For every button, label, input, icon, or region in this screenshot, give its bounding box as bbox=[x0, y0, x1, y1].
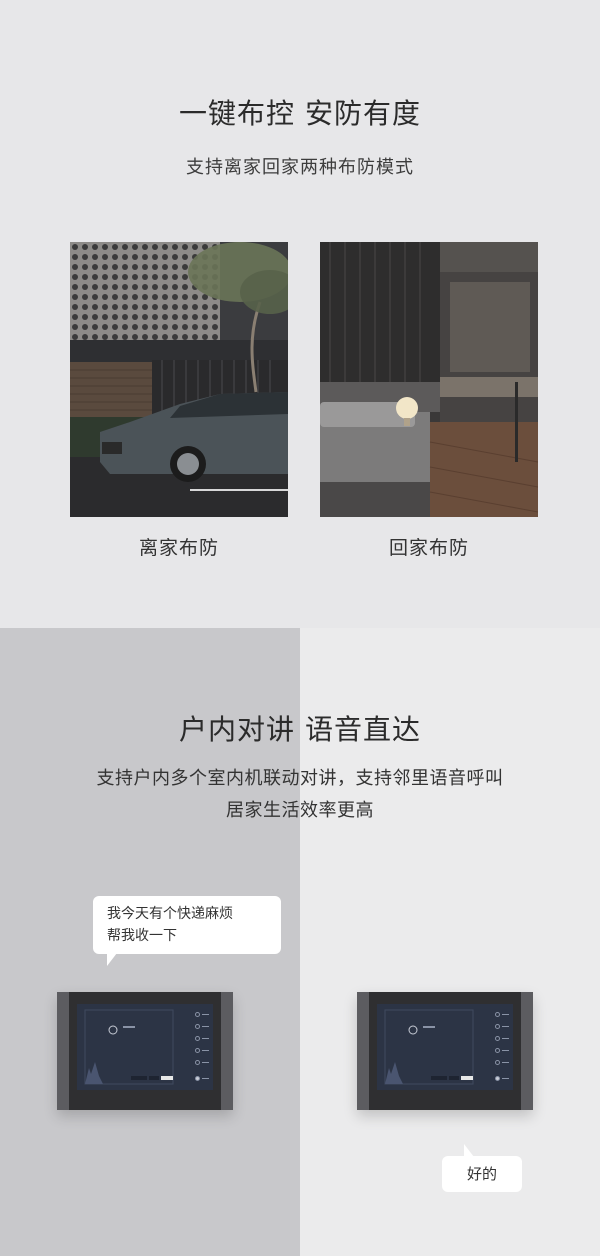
indoor-unit-right bbox=[357, 992, 533, 1112]
arming-title: 一键布控 安防有度 bbox=[179, 97, 421, 130]
away-mode-caption: 离家布防 bbox=[138, 537, 219, 559]
device-side-right bbox=[221, 992, 233, 1110]
device-menu bbox=[493, 1004, 511, 1090]
bubble-tail bbox=[464, 1144, 474, 1157]
intercom-desc-line1: 支持户内多个室内机联动对讲，支持邻里语音呼叫 bbox=[96, 768, 504, 789]
device-side-right bbox=[521, 992, 533, 1110]
home-mode-caption: 回家布防 bbox=[388, 537, 469, 559]
arming-subtitle: 支持离家回家两种布防模式 bbox=[186, 157, 414, 178]
bubble-reply-text: 好的 bbox=[466, 1165, 497, 1183]
bubble-request-line1: 我今天有个快递麻烦 bbox=[107, 906, 233, 922]
intercom-desc-line2: 居家生活效率更高 bbox=[226, 800, 374, 821]
indoor-unit-left bbox=[57, 992, 233, 1112]
speech-bubble-request: 我今天有个快递麻烦 帮我收一下 bbox=[93, 896, 281, 966]
speech-bubble-reply: 好的 bbox=[442, 1144, 522, 1192]
home-mode-photo bbox=[320, 242, 538, 517]
device-side-left bbox=[57, 992, 69, 1110]
device-side-left bbox=[357, 992, 369, 1110]
arming-section: 一键布控 安防有度 支持离家回家两种布防模式 离家布防 回家布防 bbox=[0, 0, 600, 628]
bubble-request-line2: 帮我收一下 bbox=[107, 928, 177, 944]
device-menu bbox=[193, 1004, 211, 1090]
intercom-title: 户内对讲 语音直达 bbox=[179, 713, 421, 746]
bubble-tail bbox=[107, 953, 117, 966]
intercom-section: 户内对讲 语音直达 支持户内多个室内机联动对讲，支持邻里语音呼叫 居家生活效率更… bbox=[0, 628, 600, 1256]
away-mode-photo bbox=[70, 242, 288, 517]
